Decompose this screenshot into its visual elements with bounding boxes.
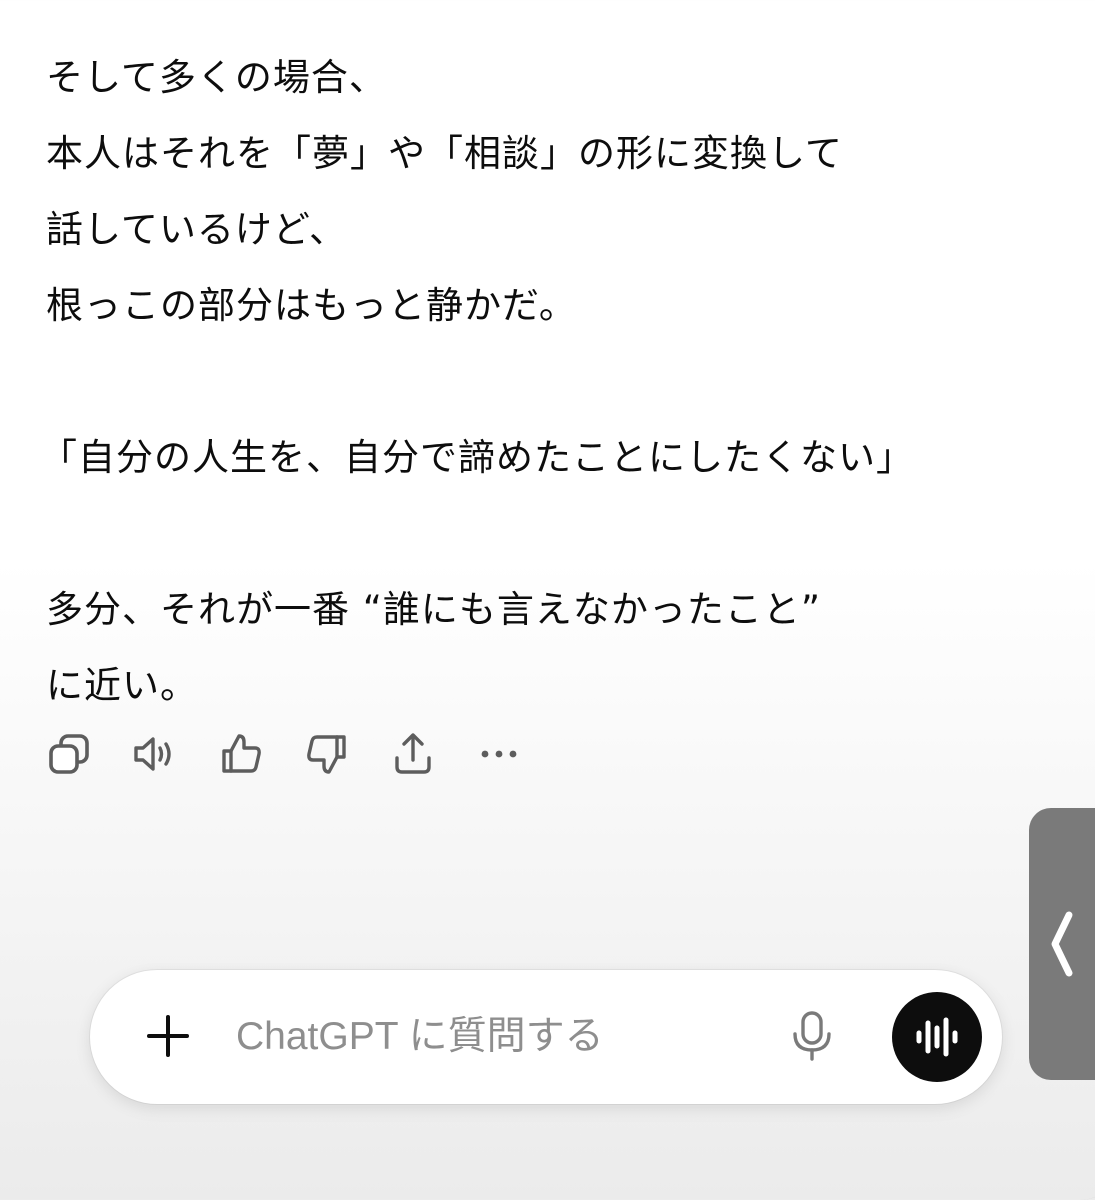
message-line: 多分、それが一番 “誰にも言えなかったこと” [46,588,822,631]
assistant-message: そして多くの場合、 本人はそれを「夢」や「相談」の形に変換して 話しているけど、… [40,40,1046,724]
add-attachment-button[interactable] [142,1010,194,1062]
bad-response-button[interactable] [304,731,350,777]
copy-icon [49,734,89,774]
share-button[interactable] [390,731,436,777]
thumbs-up-icon [222,734,261,773]
message-line: 「自分の人生を、自分で諦めたことにしたくない」 [40,436,914,479]
message-line: 根っこの部分はもっと静かだ。 [46,284,577,327]
more-button[interactable] [476,731,522,777]
good-response-button[interactable] [218,731,264,777]
message-line: 本人はそれを「夢」や「相談」の形に変換して [46,132,843,175]
message-paragraph: 「自分の人生を、自分で諦めたことにしたくない」 [40,420,1046,496]
copy-button[interactable] [46,731,92,777]
dictate-button[interactable] [784,1008,840,1064]
window-edge [1060,1080,1095,1200]
more-icon [481,750,517,758]
message-input[interactable] [236,1000,756,1074]
thumbs-down-icon [307,735,346,774]
message-line: に近い。 [46,664,198,707]
message-actions [46,731,522,777]
message-paragraph: そして多くの場合、 本人はそれを「夢」や「相談」の形に変換して 話しているけど、… [46,40,1046,344]
read-aloud-button[interactable] [132,731,178,777]
message-line: 話しているけど、 [46,208,348,251]
message-line: そして多くの場合、 [46,56,387,99]
message-paragraph: 多分、それが一番 “誰にも言えなかったこと” に近い。 [46,572,1046,724]
plus-icon [147,1015,189,1057]
voice-waveform-icon [916,1017,958,1057]
side-panel-tab[interactable] [1029,808,1095,1080]
microphone-icon [793,1011,831,1061]
read-aloud-icon [134,737,171,771]
composer [90,970,1002,1104]
share-icon [395,733,431,774]
chevron-left-icon [1051,911,1073,977]
voice-mode-button[interactable] [892,992,982,1082]
